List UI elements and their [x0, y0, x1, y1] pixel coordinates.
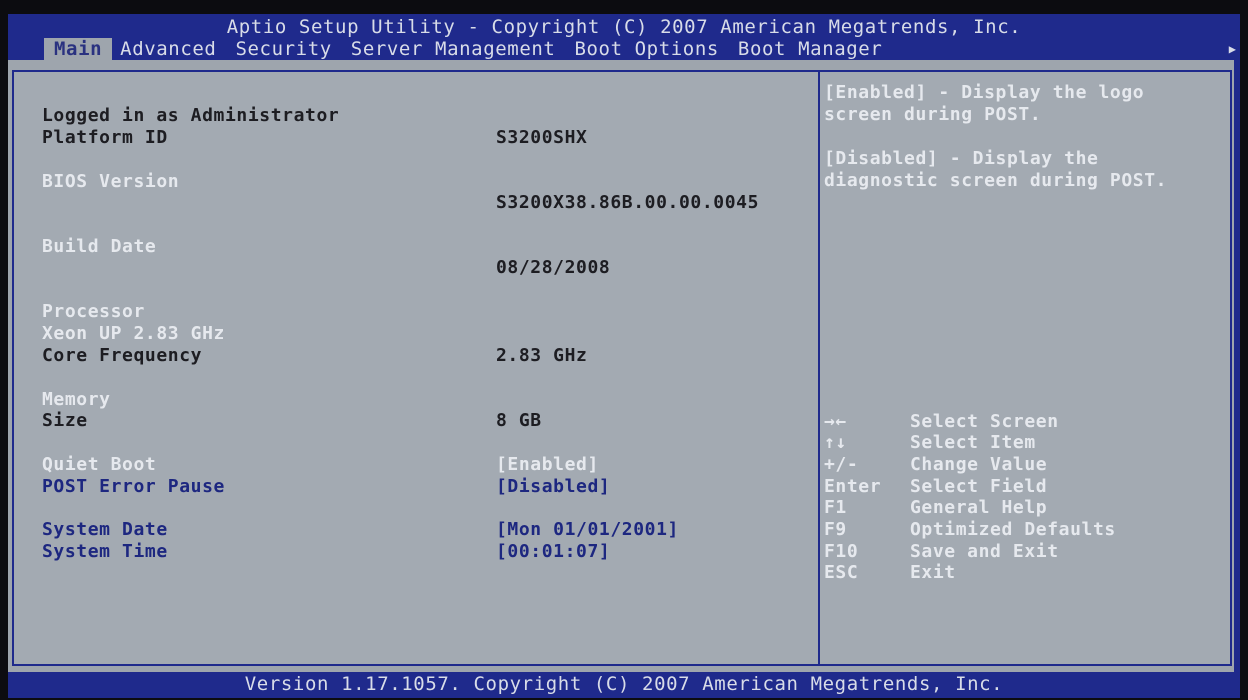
system-date-label[interactable]: System Date: [42, 519, 168, 541]
arrows-left-right-icon: →←: [824, 411, 847, 432]
size-label: Size: [42, 410, 88, 431]
bios-version-value: S3200X38.86B.00.00.0045: [496, 192, 760, 213]
settings-panel: Logged in as Administrator Platform ID S…: [12, 70, 820, 666]
tab-advanced[interactable]: Advanced: [112, 38, 227, 60]
size-value: 8 GB: [496, 410, 542, 431]
tab-server-management[interactable]: Server Management: [343, 38, 567, 60]
arrows-up-down-icon: ↑↓: [824, 432, 847, 453]
key-f9: F9: [824, 519, 847, 540]
tab-main[interactable]: Main: [44, 38, 113, 60]
key-desc-general-help: General Help: [910, 497, 1048, 518]
key-esc: ESC: [824, 562, 859, 583]
key-desc-select-screen: Select Screen: [910, 411, 1059, 432]
help-panel: [Enabled] - Display the logo screen duri…: [818, 70, 1232, 666]
key-f1: F1: [824, 497, 847, 518]
key-desc-save-and-exit: Save and Exit: [910, 541, 1059, 562]
key-plus-minus: +/-: [824, 454, 859, 475]
key-desc-exit: Exit: [910, 562, 956, 583]
build-date-value: 08/28/2008: [496, 257, 611, 278]
quiet-boot-label[interactable]: Quiet Boot: [42, 454, 156, 476]
core-frequency-value: 2.83 GHz: [496, 345, 588, 366]
platform-id-label: Platform ID: [42, 127, 168, 148]
help-disabled-text: [Disabled] - Display the diagnostic scre…: [824, 148, 1168, 191]
processor-label: Processor: [42, 301, 145, 322]
system-time-label[interactable]: System Time: [42, 541, 168, 563]
post-error-pause-value[interactable]: [Disabled]: [496, 476, 610, 498]
key-f10: F10: [824, 541, 859, 562]
key-desc-select-item: Select Item: [910, 432, 1036, 453]
key-desc-select-field: Select Field: [910, 476, 1048, 497]
tab-bar: Main Advanced Security Server Management…: [44, 38, 893, 60]
quiet-boot-value[interactable]: [Enabled]: [496, 454, 599, 476]
core-frequency-label: Core Frequency: [42, 345, 203, 366]
system-time-value[interactable]: [00:01:07]: [496, 541, 610, 563]
logged-in-label: Logged in as Administrator: [42, 105, 340, 126]
memory-label: Memory: [42, 389, 111, 410]
screen-bezel: [1240, 0, 1248, 700]
bios-screen: Aptio Setup Utility - Copyright (C) 2007…: [8, 14, 1240, 698]
content-area: Logged in as Administrator Platform ID S…: [8, 60, 1234, 672]
platform-id-value: S3200SHX: [496, 127, 588, 148]
help-enabled-text: [Enabled] - Display the logo screen duri…: [824, 82, 1145, 125]
tab-boot-options[interactable]: Boot Options: [566, 38, 729, 60]
more-tabs-arrow-icon[interactable]: ▶: [1229, 42, 1236, 56]
key-desc-change-value: Change Value: [910, 454, 1048, 475]
key-desc-optimized-defaults: Optimized Defaults: [910, 519, 1116, 540]
key-enter: Enter: [824, 476, 882, 497]
system-date-value[interactable]: [Mon 01/01/2001]: [496, 519, 679, 541]
tab-boot-manager[interactable]: Boot Manager: [730, 38, 893, 60]
build-date-label: Build Date: [42, 236, 157, 257]
processor-model: Xeon UP 2.83 GHz: [42, 323, 225, 344]
tab-security[interactable]: Security: [227, 38, 342, 60]
window-title: Aptio Setup Utility - Copyright (C) 2007…: [226, 16, 1022, 38]
bios-version-label: BIOS Version: [42, 171, 180, 192]
version-footer: Version 1.17.1057. Copyright (C) 2007 Am…: [244, 673, 1004, 695]
post-error-pause-label[interactable]: POST Error Pause: [42, 476, 225, 498]
